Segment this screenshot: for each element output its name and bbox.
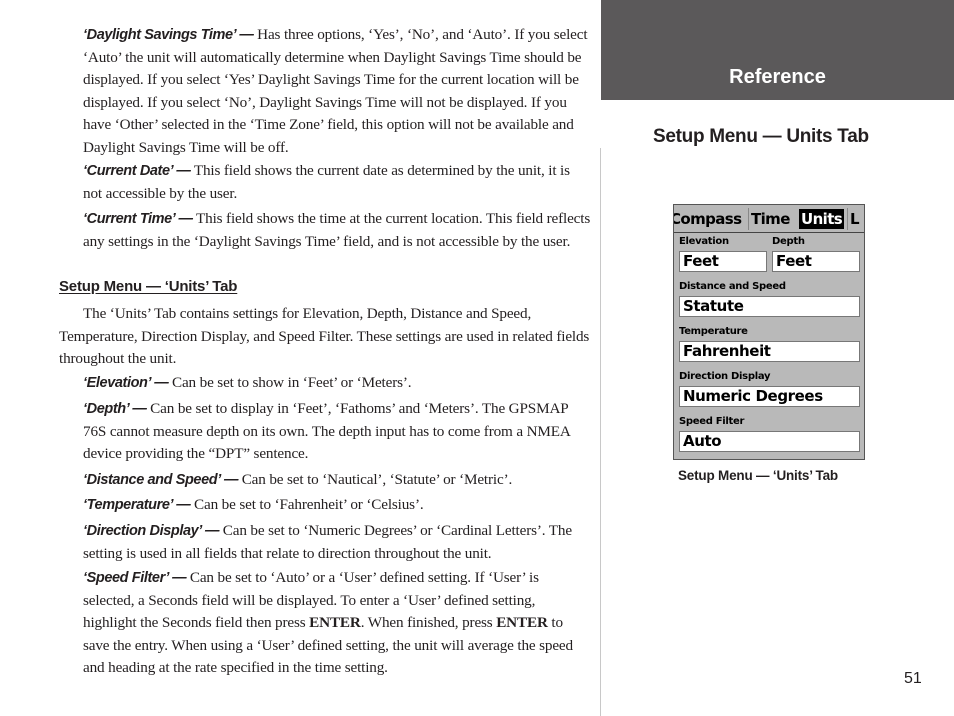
tab-units[interactable]: Units (799, 209, 845, 229)
dst-text: Has three options, ‘Yes’, ‘No’, and ‘Aut… (83, 26, 588, 156)
banner-title: Reference (729, 66, 826, 88)
depth-paragraph: ‘Depth’ — Can be set to display in ‘Feet… (83, 398, 591, 466)
section-heading: Setup Menu — ‘Units’ Tab (59, 278, 238, 295)
intro-paragraph: The ‘Units’ Tab contains settings for El… (59, 305, 590, 367)
direction-display-paragraph: ‘Direction Display’ — Can be set to ‘Num… (83, 520, 591, 565)
speed-filter-label: Speed Filter (679, 416, 745, 427)
temperature-label: Temperature (679, 326, 748, 337)
current-time-term: ‘Current Time’ — (83, 211, 193, 227)
reference-banner: Reference (601, 0, 954, 100)
page-number: 51 (904, 670, 922, 687)
distance-speed-paragraph: ‘Distance and Speed’ — Can be set to ‘Na… (83, 469, 591, 492)
distance-speed-label: Distance and Speed (679, 281, 786, 292)
tab-location[interactable]: L (847, 208, 861, 230)
depth-label: Depth (772, 236, 805, 247)
speed-filter-text-2: . When finished, press (360, 614, 497, 631)
direction-display-label: Direction Display (679, 371, 771, 382)
speed-filter-field[interactable]: Auto (679, 431, 860, 452)
distance-speed-field[interactable]: Statute (679, 296, 860, 317)
speed-filter-paragraph: ‘Speed Filter’ — Can be set to ‘Auto’ or… (83, 567, 591, 680)
temperature-term: ‘Temperature’ — (83, 497, 191, 513)
current-time-paragraph: ‘Current Time’ — This field shows the ti… (83, 208, 591, 253)
left-column: ‘Daylight Savings Time’ — Has three opti… (0, 0, 600, 716)
elevation-label: Elevation (679, 236, 729, 247)
tab-compass[interactable]: Compass (674, 208, 743, 230)
tab-time[interactable]: Time (748, 208, 792, 230)
distance-speed-text: Can be set to ‘Nautical’, ‘Statute’ or ‘… (238, 471, 513, 488)
right-heading: Setup Menu — Units Tab (653, 126, 869, 147)
distance-speed-term: ‘Distance and Speed’ — (83, 472, 239, 488)
current-date-term: ‘Current Date’ — (83, 163, 191, 179)
dst-term: ‘Daylight Savings Time’ — (83, 27, 254, 43)
depth-field[interactable]: Feet (772, 251, 860, 272)
tab-bar: Compass Time Units L (674, 205, 864, 233)
figure-caption: Setup Menu — ‘Units’ Tab (678, 468, 838, 483)
elevation-text: Can be set to show in ‘Feet’ or ‘Meters’… (168, 374, 412, 391)
temperature-paragraph: ‘Temperature’ — Can be set to ‘Fahrenhei… (83, 494, 591, 517)
temperature-field[interactable]: Fahrenheit (679, 341, 860, 362)
device-screen: Compass Time Units L Elevation Feet Dept… (673, 204, 865, 460)
depth-term: ‘Depth’ — (83, 401, 147, 417)
depth-text: Can be set to display in ‘Feet’, ‘Fathom… (83, 400, 570, 462)
elevation-field[interactable]: Feet (679, 251, 767, 272)
elevation-term: ‘Elevation’ — (83, 375, 169, 391)
speed-filter-term: ‘Speed Filter’ — (83, 570, 187, 586)
enter-key-1: ENTER (309, 614, 361, 631)
column-divider (600, 148, 601, 716)
enter-key-2: ENTER (496, 614, 548, 631)
temperature-text: Can be set to ‘Fahrenheit’ or ‘Celsius’. (190, 496, 424, 513)
dst-paragraph: ‘Daylight Savings Time’ — Has three opti… (83, 24, 591, 159)
current-date-paragraph: ‘Current Date’ — This field shows the cu… (83, 160, 591, 205)
direction-display-term: ‘Direction Display’ — (83, 523, 220, 539)
elevation-paragraph: ‘Elevation’ — Can be set to show in ‘Fee… (83, 372, 591, 395)
direction-display-field[interactable]: Numeric Degrees (679, 386, 860, 407)
